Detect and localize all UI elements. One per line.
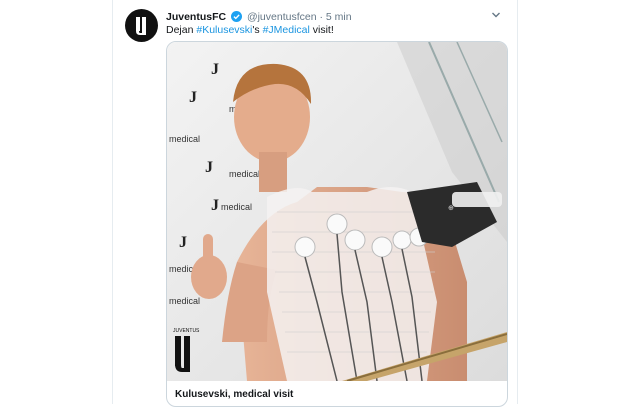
wall-text: medical <box>169 296 200 306</box>
text-part: 's <box>252 24 263 36</box>
tweet[interactable]: JuventusFC @juventusfcen · 5 min Dejan #… <box>112 0 518 407</box>
verified-badge-icon <box>231 11 243 25</box>
wall-text: medical <box>229 169 260 179</box>
timestamp[interactable]: 5 min <box>326 11 352 23</box>
hashtag-jmedical[interactable]: #JMedical <box>263 24 310 36</box>
wall-logo-mark: J <box>211 61 219 78</box>
photo[interactable]: J J J J J medical medical medical medica… <box>167 42 507 381</box>
media-card[interactable]: J J J J J medical medical medical medica… <box>166 41 508 407</box>
text-part: visit! <box>309 24 334 36</box>
wall-logo-mark: J <box>211 197 219 214</box>
card-title[interactable]: Kulusevski, medical visit <box>175 389 293 400</box>
separator: · <box>319 11 323 23</box>
juventus-logo-icon <box>135 16 146 35</box>
wall-logo-mark: J <box>205 159 213 176</box>
hashtag-kulusevski[interactable]: #Kulusevski <box>196 24 252 36</box>
display-name[interactable]: JuventusFC <box>166 11 226 23</box>
avatar[interactable] <box>125 9 158 42</box>
logo-caption: JUVENTUS <box>173 328 200 334</box>
wall-text: medical <box>169 134 200 144</box>
tweet-text: Dejan #Kulusevski's #JMedical visit! <box>166 24 507 36</box>
wall-text: medical <box>221 202 252 212</box>
cuff-marking: ⊕ <box>448 205 454 212</box>
wall-logo-mark: J <box>179 234 187 251</box>
text-part: Dejan <box>166 24 197 36</box>
wall-logo-mark: J <box>189 89 197 106</box>
handle[interactable]: @juventusfcen <box>247 11 317 23</box>
chevron-down-icon[interactable] <box>491 10 501 23</box>
